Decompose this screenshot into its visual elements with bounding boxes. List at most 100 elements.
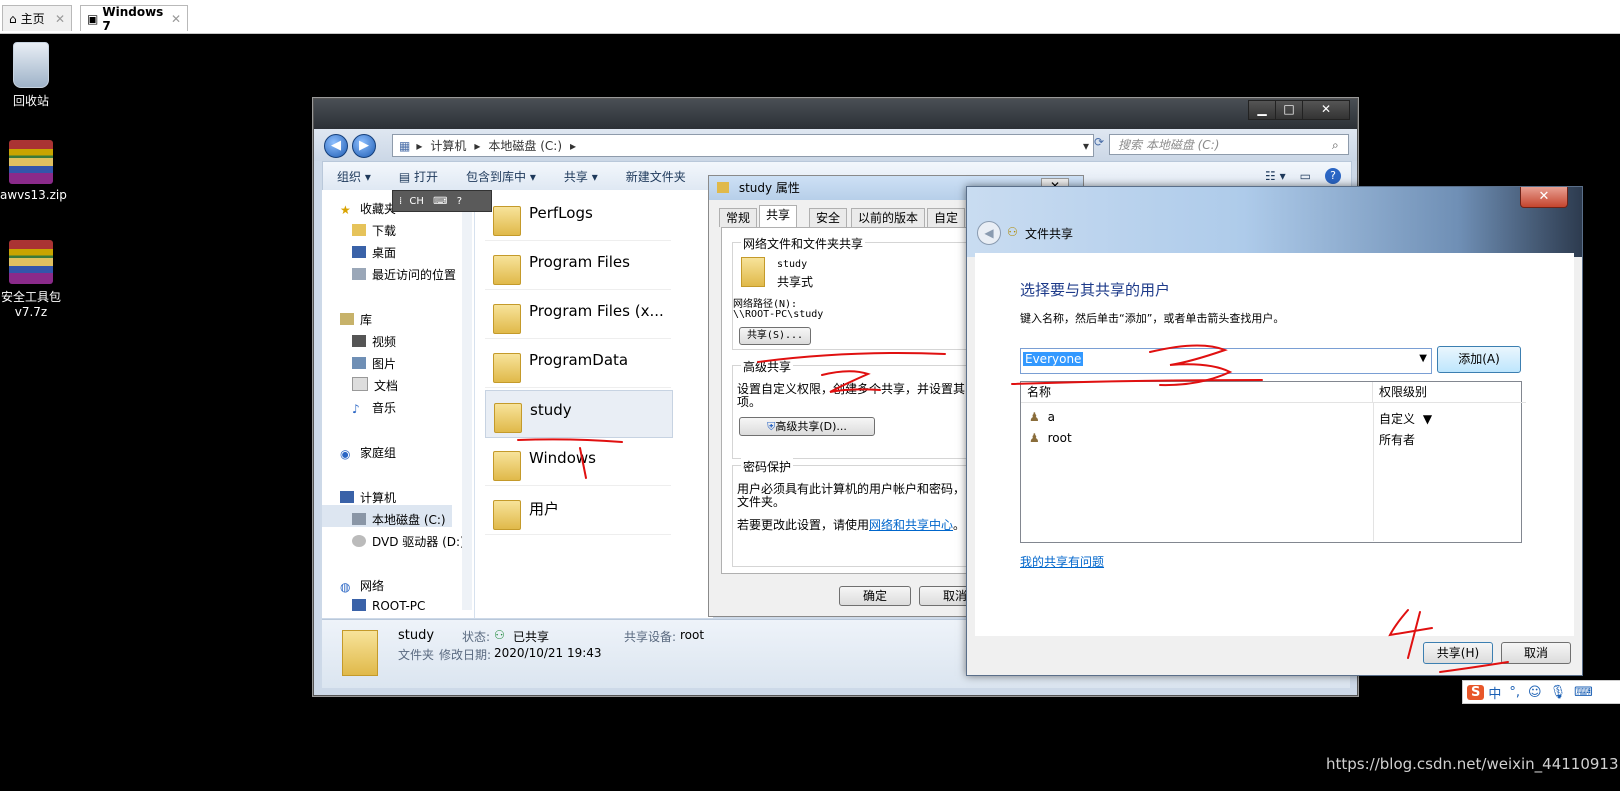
advanced-sharing-button[interactable]: ⛨高级共享(D)... xyxy=(739,417,875,436)
permission-level: 自定义 xyxy=(1379,412,1416,426)
nav-local-disk[interactable]: 本地磁盘 (C:) xyxy=(352,511,446,528)
open-button[interactable]: ▤ 打开 xyxy=(385,168,452,185)
details-state-label: 状态: xyxy=(462,630,491,644)
close-icon[interactable]: ✕ xyxy=(1520,187,1568,208)
punctuation-icon: °, xyxy=(1509,684,1521,700)
chevron-down-icon[interactable]: ▼ xyxy=(1419,353,1427,364)
folder-label: study xyxy=(530,401,572,419)
address-box[interactable]: ▦ ▸ 计算机 ▸ 本地磁盘 (C:) ▸ ▾ xyxy=(392,134,1094,157)
new-folder-button[interactable]: 新建文件夹 xyxy=(612,168,700,185)
close-icon[interactable]: ✕ xyxy=(171,12,181,26)
ime-tray-bar[interactable]: S 中 °, ☺ 🎙 ⌨ xyxy=(1462,680,1620,704)
nav-pictures[interactable]: 图片 xyxy=(352,355,396,372)
back-arrow-icon[interactable]: ◀ xyxy=(977,221,1001,245)
user-table: 名称 权限级别 ♟ a 自定义 ▼ ♟ root 所有者 xyxy=(1020,381,1526,543)
tab-previous-versions[interactable]: 以前的版本 xyxy=(851,208,926,227)
breadcrumb-local-disk[interactable]: 本地磁盘 (C:) xyxy=(488,137,562,154)
desktop-icon-label: 安全工具包 v7.7z xyxy=(0,290,61,319)
nav-root-pc[interactable]: ROOT-PC xyxy=(352,599,425,613)
list-item[interactable]: Windows xyxy=(485,439,671,486)
ok-button[interactable]: 确定 xyxy=(839,586,911,606)
winrar-archive-icon xyxy=(9,140,53,184)
share-button[interactable]: 共享(S)... xyxy=(739,327,811,345)
tab-customize[interactable]: 自定 xyxy=(927,208,966,227)
nav-recent[interactable]: 最近访问的位置 xyxy=(352,266,456,283)
table-row[interactable]: ♟ a xyxy=(1029,410,1055,424)
recent-places-icon xyxy=(352,268,366,280)
nav-downloads[interactable]: 下载 xyxy=(352,222,396,239)
list-item-selected[interactable]: study xyxy=(485,390,673,438)
folder-icon xyxy=(741,257,765,287)
close-icon[interactable]: ✕ xyxy=(1302,100,1350,120)
table-row[interactable]: ♟ root xyxy=(1029,431,1072,445)
list-item[interactable]: 用户 xyxy=(485,488,671,535)
search-input[interactable]: 搜索 本地磁盘 (C:) xyxy=(1109,134,1349,155)
desktop-icon-security-toolkit[interactable]: 安全工具包 v7.7z xyxy=(0,240,62,319)
sharing-help-link[interactable]: 我的共享有问题 xyxy=(1020,553,1104,570)
desktop-icon-label: 回收站 xyxy=(12,94,49,108)
nav-network[interactable]: ◍ 网络 xyxy=(340,577,384,594)
nav-scrollbar[interactable] xyxy=(462,190,472,610)
include-in-library-button[interactable]: 包含到库中 ▾ xyxy=(452,168,550,185)
chevron-right-icon: ▸ xyxy=(570,138,577,153)
list-item[interactable]: Program Files xyxy=(485,243,671,290)
list-item[interactable]: PerfLogs xyxy=(485,194,671,241)
breadcrumb-computer[interactable]: 计算机 xyxy=(430,137,466,154)
folder-icon xyxy=(493,451,521,481)
view-options-icon[interactable]: ☷ ▾ xyxy=(1265,169,1286,183)
desktop-icon-awvs13[interactable]: awvs13.zip xyxy=(0,140,67,202)
network-sharing-center-link[interactable]: 网络和共享中心 xyxy=(869,518,953,532)
forward-arrow-icon[interactable]: ▶ xyxy=(352,134,376,158)
tab-windows7[interactable]: ▣ Windows 7 ✕ xyxy=(80,5,188,33)
add-button[interactable]: 添加(A) xyxy=(1437,346,1521,373)
nav-label: 最近访问的位置 xyxy=(372,268,457,282)
nav-label: 音乐 xyxy=(372,401,397,415)
column-header-permission[interactable]: 权限级别 xyxy=(1373,382,1526,403)
nav-videos[interactable]: 视频 xyxy=(352,333,396,350)
close-icon[interactable]: ✕ xyxy=(55,12,65,26)
help-icon: ? xyxy=(456,196,463,207)
nav-homegroup[interactable]: ◉ 家庭组 xyxy=(340,444,396,461)
nav-desktop[interactable]: 桌面 xyxy=(352,244,396,261)
desktop-icon-recycle-bin[interactable]: 回收站 xyxy=(0,42,62,109)
nav-label: 桌面 xyxy=(372,246,397,260)
open-label: 打开 xyxy=(414,169,439,184)
permission-dropdown[interactable]: 自定义 ▼ xyxy=(1379,410,1432,427)
details-state-value: 已共享 xyxy=(513,630,550,644)
ime-toolbar[interactable]: ⁞ CH ⌨ ? xyxy=(392,190,492,212)
maximize-icon[interactable]: □ xyxy=(1275,100,1303,120)
nav-favorites[interactable]: ★ 收藏夹 xyxy=(340,200,396,217)
tab-general[interactable]: 常规 xyxy=(719,208,758,227)
user-input[interactable]: Everyone xyxy=(1023,352,1084,366)
preview-pane-icon[interactable]: ▭ xyxy=(1300,169,1311,183)
nav-libraries[interactable]: 库 xyxy=(340,311,372,328)
user-combo[interactable]: Everyone ▼ xyxy=(1020,348,1432,374)
password-change-prefix: 若要更改此设置，请使用 xyxy=(737,518,870,532)
user-name: root xyxy=(1047,431,1072,445)
cancel-button[interactable]: 取消 xyxy=(1501,642,1571,664)
help-icon[interactable]: ? xyxy=(1325,168,1341,184)
chevron-down-icon[interactable]: ▾ xyxy=(1083,139,1089,153)
share-confirm-button[interactable]: 共享(H) xyxy=(1423,642,1493,664)
grip-icon: ⁞ xyxy=(399,196,403,207)
share-with-button[interactable]: 共享 ▾ xyxy=(550,168,612,185)
nav-documents[interactable]: 文档 xyxy=(352,377,398,394)
tab-security[interactable]: 安全 xyxy=(809,208,848,227)
nav-dvd[interactable]: DVD 驱动器 (D:) xyxy=(352,533,465,550)
library-icon xyxy=(340,313,354,325)
search-icon[interactable]: ⌕ xyxy=(1332,138,1339,153)
column-header-name[interactable]: 名称 xyxy=(1021,382,1373,403)
minimize-icon[interactable]: ▁ xyxy=(1248,100,1276,120)
tab-home[interactable]: ⌂ 主页 ✕ xyxy=(2,5,72,31)
nav-computer[interactable]: 计算机 xyxy=(340,489,396,506)
desktop-icon xyxy=(352,246,366,258)
back-arrow-icon[interactable]: ◀ xyxy=(324,134,348,158)
organize-button[interactable]: 组织 ▾ xyxy=(323,168,385,185)
refresh-icon[interactable]: ⟳ xyxy=(1094,135,1110,155)
list-item[interactable]: ProgramData xyxy=(485,341,671,388)
details-name: study xyxy=(398,628,435,643)
nav-music[interactable]: ♪ 音乐 xyxy=(352,399,396,416)
microphone-icon: 🎙 xyxy=(1549,684,1567,700)
list-item[interactable]: Program Files (x... xyxy=(485,292,671,339)
tab-sharing[interactable]: 共享 xyxy=(759,205,798,228)
